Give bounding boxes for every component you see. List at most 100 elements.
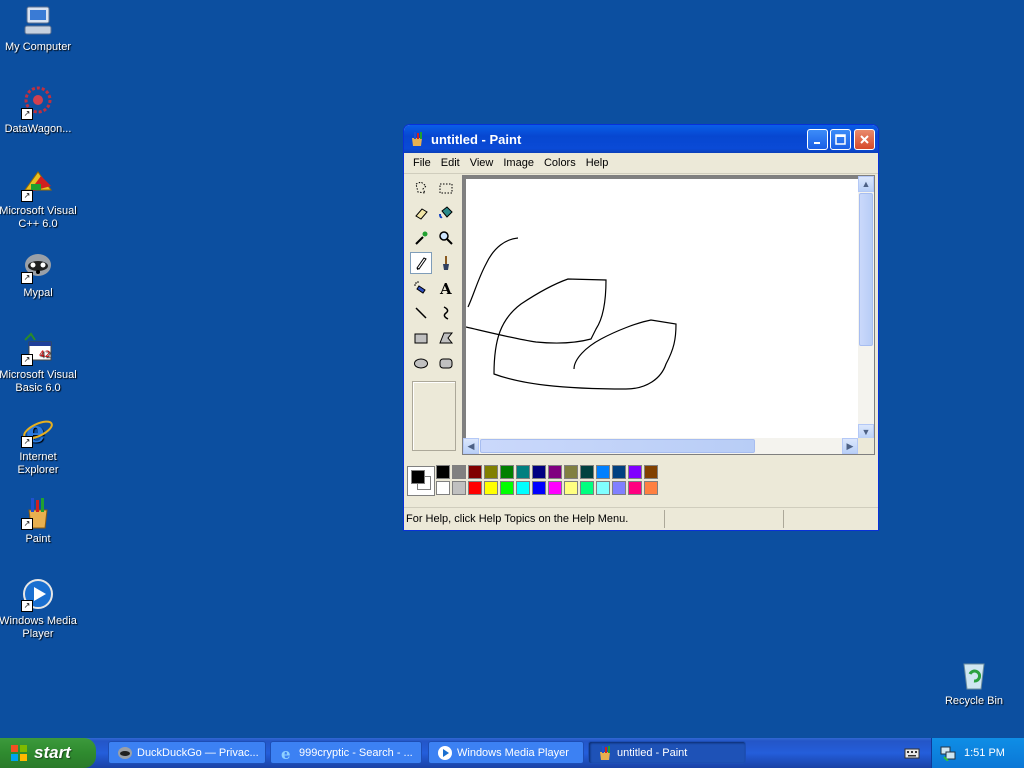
- menu-colors[interactable]: Colors: [539, 157, 581, 169]
- palette-swatch[interactable]: [548, 465, 562, 479]
- recycle-bin-icon: [957, 658, 991, 692]
- palette-swatch[interactable]: [580, 481, 594, 495]
- palette-swatch[interactable]: [532, 481, 546, 495]
- palette-swatch[interactable]: [436, 465, 450, 479]
- taskbar-button-windows-media-player[interactable]: Windows Media Player: [428, 741, 584, 764]
- palette-swatch[interactable]: [644, 481, 658, 495]
- palette-swatch[interactable]: [596, 465, 610, 479]
- palette-swatch[interactable]: [580, 465, 594, 479]
- palette-swatch[interactable]: [612, 481, 626, 495]
- vertical-scroll-thumb[interactable]: [859, 193, 873, 346]
- keyboard-icon[interactable]: [904, 746, 920, 760]
- tool-rounded-rectangle[interactable]: [435, 352, 457, 374]
- internet-explorer-icon: e: [281, 745, 291, 761]
- palette-swatch[interactable]: [564, 465, 578, 479]
- taskbar-button-999cryptic[interactable]: e 999cryptic - Search - ...: [270, 741, 422, 764]
- menu-edit[interactable]: Edit: [436, 157, 465, 169]
- desktop-icon-my-computer[interactable]: My Computer: [0, 4, 78, 54]
- scroll-up-button[interactable]: ▲: [858, 176, 874, 192]
- minimize-button[interactable]: [807, 129, 828, 150]
- palette-swatch[interactable]: [452, 465, 466, 479]
- tool-airbrush[interactable]: [410, 277, 432, 299]
- scroll-left-button[interactable]: ◀: [463, 438, 479, 454]
- tool-polygon[interactable]: [435, 327, 457, 349]
- palette-swatch[interactable]: [468, 465, 482, 479]
- tool-fill-with-color[interactable]: [435, 202, 457, 224]
- menu-file[interactable]: File: [408, 157, 436, 169]
- palette-swatch[interactable]: [612, 465, 626, 479]
- palette-swatch[interactable]: [436, 481, 450, 495]
- rounded-rectangle-icon: [439, 358, 453, 369]
- tool-pencil[interactable]: [410, 252, 432, 274]
- palette-swatch[interactable]: [548, 481, 562, 495]
- taskbar-button-paint[interactable]: untitled - Paint: [588, 741, 746, 764]
- free-form-select-icon: [415, 181, 427, 194]
- tool-eraser[interactable]: [410, 202, 432, 224]
- desktop-icon-recycle-bin[interactable]: Recycle Bin: [934, 658, 1014, 708]
- desktop-icon-mypal[interactable]: ↗ Mypal: [0, 250, 78, 300]
- menu-help[interactable]: Help: [581, 157, 614, 169]
- task-label: untitled - Paint: [617, 746, 688, 759]
- network-icon[interactable]: [940, 745, 956, 761]
- palette-swatch[interactable]: [484, 465, 498, 479]
- tool-options-panel[interactable]: [412, 381, 456, 451]
- desktop-icon-label: Microsoft Visual C++ 6.0: [0, 205, 77, 230]
- scroll-right-button[interactable]: ▶: [842, 438, 858, 454]
- polygon-icon: [439, 332, 454, 344]
- title-bar[interactable]: untitled - Paint: [404, 125, 878, 153]
- taskbar-button-duckduckgo[interactable]: DuckDuckGo — Privac...: [108, 741, 266, 764]
- menu-view[interactable]: View: [465, 157, 499, 169]
- desktop-icon-label: Internet Explorer: [17, 451, 59, 476]
- palette-swatch[interactable]: [628, 481, 642, 495]
- start-button[interactable]: start: [0, 738, 96, 768]
- tool-line[interactable]: [410, 302, 432, 324]
- desktop-icon-visual-basic[interactable]: 42 ↗ Microsoft Visual Basic 6.0: [0, 332, 78, 395]
- palette-swatch[interactable]: [484, 481, 498, 495]
- close-button[interactable]: [854, 129, 875, 150]
- tool-text[interactable]: A: [435, 277, 457, 299]
- palette-swatch[interactable]: [516, 481, 530, 495]
- shortcut-arrow-icon: ↗: [21, 108, 33, 120]
- vertical-scrollbar[interactable]: ▲ ▼: [858, 176, 874, 440]
- text-icon: A: [439, 280, 452, 296]
- tool-free-form-select[interactable]: [410, 177, 432, 199]
- clock[interactable]: 1:51 PM: [964, 747, 1005, 759]
- palette-swatch[interactable]: [596, 481, 610, 495]
- canvas-drawing: [465, 237, 677, 390]
- taskbar: start DuckDuckGo — Privac... e 999crypti…: [0, 738, 1024, 768]
- tool-curve[interactable]: [435, 302, 457, 324]
- tool-magnifier[interactable]: [435, 227, 457, 249]
- tool-rectangle[interactable]: [410, 327, 432, 349]
- paint-window[interactable]: untitled - Paint File Edit View Image Co…: [403, 124, 879, 531]
- maximize-button[interactable]: [830, 129, 851, 150]
- palette-swatch[interactable]: [500, 465, 514, 479]
- palette-swatch[interactable]: [468, 481, 482, 495]
- current-colors[interactable]: [407, 466, 435, 496]
- menu-image[interactable]: Image: [498, 157, 539, 169]
- desktop-icon-visual-cpp[interactable]: ↗ Microsoft Visual C++ 6.0: [0, 168, 78, 231]
- ellipse-icon: [414, 358, 428, 369]
- palette-swatch[interactable]: [516, 465, 530, 479]
- tool-ellipse[interactable]: [410, 352, 432, 374]
- curve-icon: [443, 306, 449, 320]
- palette-swatch[interactable]: [500, 481, 514, 495]
- shortcut-arrow-icon: ↗: [21, 518, 33, 530]
- horizontal-scroll-thumb[interactable]: [480, 439, 755, 453]
- desktop-icon-windows-media-player[interactable]: ↗ Windows Media Player: [0, 578, 78, 641]
- tool-brush[interactable]: [435, 252, 457, 274]
- desktop-icon-paint[interactable]: ↗ Paint: [0, 496, 78, 546]
- maximize-icon: [835, 134, 846, 145]
- desktop-icon-label: Paint: [25, 533, 51, 545]
- desktop-icon-datawagon[interactable]: ↗ DataWagon...: [0, 86, 78, 136]
- palette-swatch[interactable]: [532, 465, 546, 479]
- palette-swatch[interactable]: [628, 465, 642, 479]
- desktop-icon-internet-explorer[interactable]: e ↗ Internet Explorer: [0, 414, 78, 477]
- tool-select[interactable]: [435, 177, 457, 199]
- horizontal-scrollbar[interactable]: ◀ ▶: [463, 438, 858, 454]
- drawing-canvas[interactable]: [465, 179, 861, 440]
- palette-swatch[interactable]: [564, 481, 578, 495]
- visual-basic-icon: 42 ↗: [21, 332, 55, 366]
- palette-swatch[interactable]: [644, 465, 658, 479]
- palette-swatch[interactable]: [452, 481, 466, 495]
- tool-pick-color[interactable]: [410, 227, 432, 249]
